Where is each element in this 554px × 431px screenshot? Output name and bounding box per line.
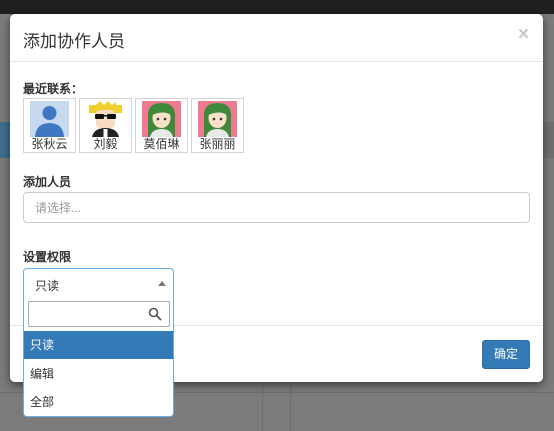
contact-name: 莫佰琳: [143, 137, 180, 151]
recent-contacts-list: 张秋云 刘毅 莫佰琳 张丽丽: [23, 98, 244, 153]
contact-name: 张秋云: [31, 137, 68, 151]
background-button-fragment: [0, 122, 10, 158]
confirm-button[interactable]: 确定: [482, 340, 530, 369]
close-button[interactable]: ×: [518, 25, 529, 44]
add-members-label: 添加人员: [23, 175, 72, 189]
search-icon: [148, 307, 162, 321]
default-user-avatar-icon: [30, 101, 69, 137]
permission-option-read-only[interactable]: 只读: [24, 331, 173, 359]
contact-name: 刘毅: [93, 137, 118, 151]
girl-avatar-icon: [142, 101, 181, 137]
permission-label: 设置权限: [23, 250, 72, 264]
background-divider: [262, 382, 263, 431]
dropdown-search-input[interactable]: [29, 302, 149, 326]
background-panel-fragment: [543, 122, 554, 158]
contact-name: 张丽丽: [199, 137, 236, 151]
add-members-input[interactable]: [23, 192, 530, 223]
background-top-bar: [0, 0, 554, 14]
recent-contact[interactable]: 张秋云: [23, 98, 76, 153]
caret-up-icon: [158, 281, 166, 286]
modal-header: 添加协作人员 ×: [10, 14, 543, 62]
recent-contact[interactable]: 莫佰琳: [135, 98, 188, 153]
permission-select[interactable]: 只读: [23, 268, 174, 299]
background-divider: [290, 382, 291, 431]
permission-dropdown: 只读 编辑 全部: [23, 299, 174, 417]
sunglasses-avatar-icon: [89, 101, 122, 137]
girl-avatar-icon: [198, 101, 237, 137]
dropdown-search-box: [28, 301, 170, 327]
permission-option-all[interactable]: 全部: [24, 388, 173, 416]
modal-title: 添加协作人员: [23, 32, 125, 51]
recent-contact[interactable]: 刘毅: [79, 98, 132, 153]
permission-select-value: 只读: [35, 279, 60, 293]
permission-option-edit[interactable]: 编辑: [24, 360, 173, 388]
recent-contact[interactable]: 张丽丽: [191, 98, 244, 153]
recent-contacts-label: 最近联系：: [23, 82, 84, 96]
